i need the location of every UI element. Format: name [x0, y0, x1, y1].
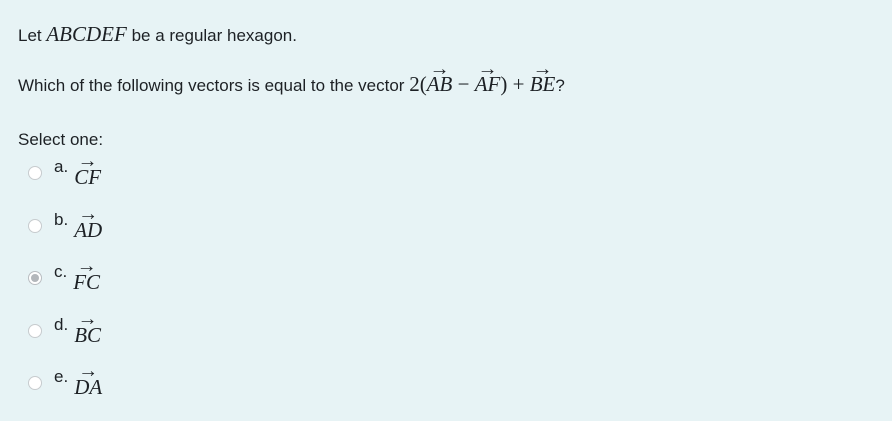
option-vector-e: DA [74, 376, 102, 398]
option-vector-b: AD [74, 219, 102, 241]
answer-option-c[interactable]: c. FC [28, 262, 100, 293]
vector-ab: AB [427, 74, 453, 95]
question-mark: ? [555, 76, 565, 95]
line1-suffix: be a regular hexagon. [126, 26, 297, 45]
answer-option-d[interactable]: d. BC [28, 315, 101, 346]
option-vector-c: FC [73, 271, 100, 293]
expr-minus: − [452, 72, 475, 96]
vector-be: BE [530, 74, 556, 95]
answer-option-a[interactable]: a. CF [28, 157, 101, 188]
option-letter-e: e. [54, 367, 69, 386]
expr-close-plus: ) + [500, 72, 530, 96]
radio-e[interactable] [28, 376, 42, 390]
radio-b[interactable] [28, 219, 42, 233]
option-letter-b: b. [54, 210, 69, 229]
option-vector-d: BC [74, 324, 101, 346]
radio-a[interactable] [28, 166, 42, 180]
expr-coefficient: 2( [409, 72, 427, 96]
vector-af: AF [475, 74, 501, 95]
question-line-2: Which of the following vectors is equal … [18, 72, 565, 97]
question-text: Which of the following vectors is equal … [18, 76, 410, 95]
hexagon-name: ABCDEF [46, 22, 127, 46]
answer-option-e[interactable]: e. DA [28, 367, 102, 398]
radio-c[interactable] [28, 271, 42, 285]
option-letter-a: a. [54, 157, 69, 176]
answer-option-b[interactable]: b. AD [28, 210, 102, 241]
option-vector-a: CF [74, 166, 101, 188]
option-letter-d: d. [54, 315, 69, 334]
radio-d[interactable] [28, 324, 42, 338]
select-one-prompt: Select one: [18, 130, 104, 149]
option-letter-c: c. [54, 262, 68, 281]
line1-prefix: Let [18, 26, 47, 45]
question-line-1: Let ABCDEF be a regular hexagon. [18, 22, 297, 47]
